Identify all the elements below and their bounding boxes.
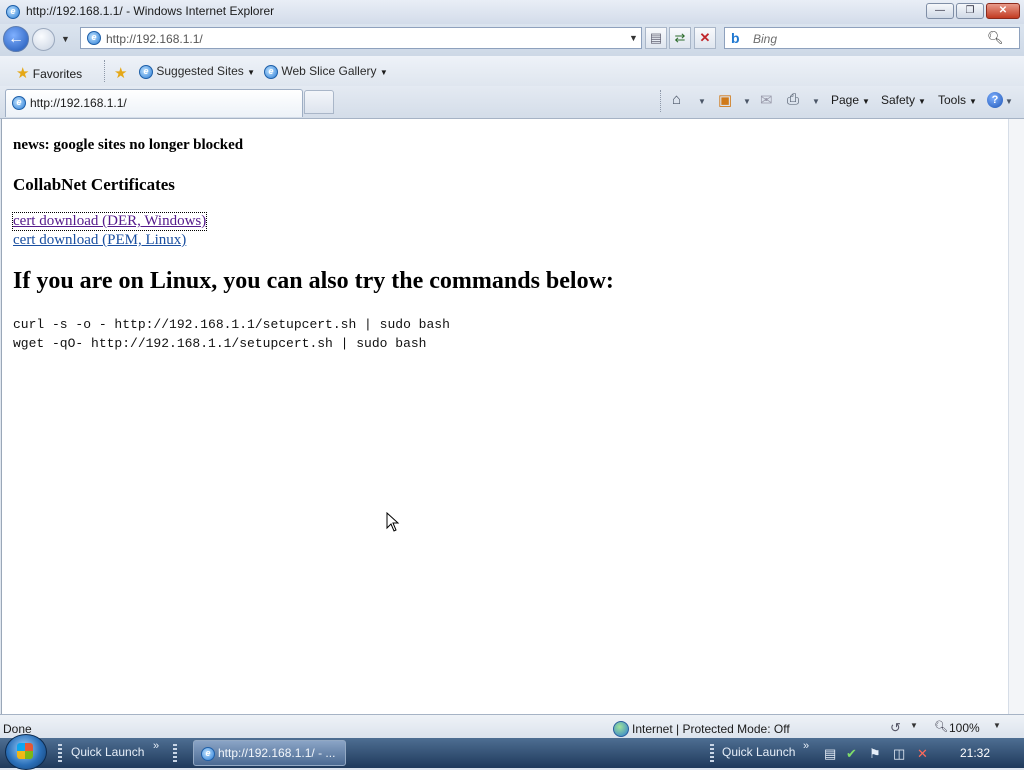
favorites-button[interactable]: ★ Favorites — [16, 64, 82, 82]
search-box[interactable]: b Bing 🔍︎ — [724, 27, 1020, 49]
page-ie-icon: e — [87, 31, 101, 45]
windows-logo-icon — [17, 743, 33, 759]
print-icon[interactable]: ⎙ — [787, 91, 799, 108]
status-bar: Done Internet | Protected Mode: Off ↺ ▼ … — [0, 714, 1024, 739]
back-button[interactable]: ← — [3, 26, 29, 52]
compatibility-icon: ▤ — [649, 30, 663, 45]
feeds-icon[interactable]: ▣ — [718, 91, 732, 109]
tab-active[interactable]: e http://192.168.1.1/ — [5, 89, 303, 117]
back-arrow-icon: ← — [8, 30, 24, 47]
web-slice-gallery-label: Web Slice Gallery — [281, 64, 377, 78]
wget-command: wget -qO- http://192.168.1.1/setupcert.s… — [13, 336, 427, 351]
chevron-down-icon[interactable]: ▼ — [910, 721, 918, 730]
tools-menu[interactable]: Tools ▼ — [938, 93, 977, 107]
title-bar: e http://192.168.1.1/ - Windows Internet… — [0, 0, 1024, 25]
address-input[interactable]: http://192.168.1.1/ — [106, 32, 203, 46]
chevron-down-icon: ▼ — [969, 97, 977, 106]
tab-ie-icon: e — [12, 96, 26, 110]
home-icon[interactable]: ⌂ — [672, 91, 681, 108]
safety-menu[interactable]: Safety ▼ — [881, 93, 926, 107]
favorites-label: Favorites — [32, 67, 83, 81]
window-title: http://192.168.1.1/ - Windows Internet E… — [26, 4, 275, 18]
home-dropdown-icon[interactable]: ▼ — [698, 97, 706, 106]
print-dropdown-icon[interactable]: ▼ — [812, 97, 820, 106]
cert-download-der-link[interactable]: cert download (DER, Windows) — [11, 212, 208, 231]
action-center-flag-icon[interactable]: ⚑ — [869, 746, 881, 762]
clock[interactable]: 21:32 — [960, 746, 990, 760]
web-slice-gallery-button[interactable]: e Web Slice Gallery ▼ — [264, 64, 388, 79]
tab-label: http://192.168.1.1/ — [30, 96, 127, 110]
globe-icon — [613, 721, 629, 737]
chevron-down-icon: ▼ — [379, 68, 388, 77]
page-menu[interactable]: Page ▼ — [831, 93, 870, 107]
taskbar-ie-button[interactable]: e http://192.168.1.1/ - ... — [193, 740, 346, 766]
stop-icon: ✕ — [699, 30, 711, 45]
forward-button[interactable] — [32, 28, 55, 51]
minimize-button[interactable]: — — [926, 3, 954, 19]
chevron-down-icon: ▼ — [247, 68, 256, 77]
taskbar-grip[interactable] — [173, 744, 177, 762]
tools-menu-label: Tools — [938, 93, 967, 107]
vertical-scrollbar[interactable] — [1008, 119, 1024, 714]
safety-menu-label: Safety — [881, 93, 916, 107]
search-icon[interactable]: 🔍︎ — [987, 30, 1004, 46]
start-button[interactable] — [5, 734, 47, 770]
security-shield-icon[interactable]: ✔ — [846, 746, 857, 762]
recent-pages-dropdown-icon[interactable]: ▼ — [61, 34, 70, 44]
refresh-button[interactable]: ⇄ — [669, 27, 691, 49]
chevron-down-icon: ▼ — [862, 97, 870, 106]
curl-command: curl -s -o - http://192.168.1.1/setupcer… — [13, 317, 450, 332]
read-mail-icon[interactable]: ✉ — [760, 91, 773, 109]
feeds-dropdown-icon[interactable]: ▼ — [743, 97, 751, 106]
add-to-favorites-bar-button[interactable]: ★ — [114, 64, 127, 82]
quick-launch-left[interactable]: Quick Launch — [71, 745, 144, 759]
mouse-cursor-icon — [386, 512, 400, 532]
page-content: news: google sites no longer blocked Col… — [1, 119, 1008, 714]
search-input[interactable]: Bing — [753, 32, 777, 46]
address-bar[interactable]: e http://192.168.1.1/ ▼ — [80, 27, 642, 49]
refresh-icon: ⇄ — [674, 30, 686, 45]
chevron-down-icon: ▼ — [918, 97, 926, 106]
news-text: news: google sites no longer blocked — [13, 137, 244, 153]
address-dropdown-icon[interactable]: ▼ — [629, 33, 638, 43]
popup-blocker-icon[interactable]: ↺ — [890, 720, 901, 736]
separator — [104, 60, 106, 82]
maximize-button[interactable]: ❐ — [956, 3, 984, 19]
suggested-sites-icon: e — [139, 64, 153, 79]
linux-heading: If you are on Linux, you can also try th… — [13, 268, 614, 294]
taskbar-ie-label: http://192.168.1.1/ - ... — [218, 746, 336, 760]
page-menu-label: Page — [831, 93, 860, 107]
help-dropdown-icon[interactable]: ▼ — [1005, 97, 1013, 106]
chevron-right-icon[interactable]: » — [803, 740, 809, 752]
volume-muted-icon[interactable]: ✕ — [917, 746, 928, 762]
favorites-star-icon: ★ — [16, 65, 30, 82]
web-slice-icon: e — [264, 64, 278, 79]
compatibility-view-button[interactable]: ▤ — [645, 27, 667, 49]
network-icon[interactable]: ◫ — [893, 746, 905, 762]
bing-icon: b — [731, 30, 740, 46]
suggested-sites-button[interactable]: e Suggested Sites ▼ — [139, 64, 255, 79]
new-tab-button[interactable] — [304, 90, 334, 114]
close-button[interactable]: ✕ — [986, 3, 1020, 19]
add-favorite-icon: ★ — [114, 65, 128, 82]
separator — [660, 90, 662, 112]
suggested-sites-label: Suggested Sites — [156, 64, 244, 78]
chevron-right-icon[interactable]: » — [153, 740, 159, 752]
ie-taskbar-icon: e — [201, 747, 215, 761]
zoom-level[interactable]: 100% — [949, 721, 980, 735]
zoom-icon: 🔍︎ — [934, 721, 948, 733]
certificates-heading: CollabNet Certificates — [13, 175, 175, 194]
zoom-dropdown-icon[interactable]: ▼ — [993, 721, 1001, 730]
document-tray-icon[interactable]: ▤ — [824, 746, 836, 762]
taskbar-grip[interactable] — [710, 744, 714, 762]
cert-download-pem-link[interactable]: cert download (PEM, Linux) — [13, 232, 186, 249]
taskbar-grip[interactable] — [58, 744, 62, 762]
quick-launch-right[interactable]: Quick Launch — [722, 745, 795, 759]
security-zone-text[interactable]: Internet | Protected Mode: Off — [632, 722, 790, 736]
help-icon[interactable]: ? — [987, 92, 1003, 108]
ie-logo-icon: e — [6, 5, 20, 19]
stop-button[interactable]: ✕ — [694, 27, 716, 49]
